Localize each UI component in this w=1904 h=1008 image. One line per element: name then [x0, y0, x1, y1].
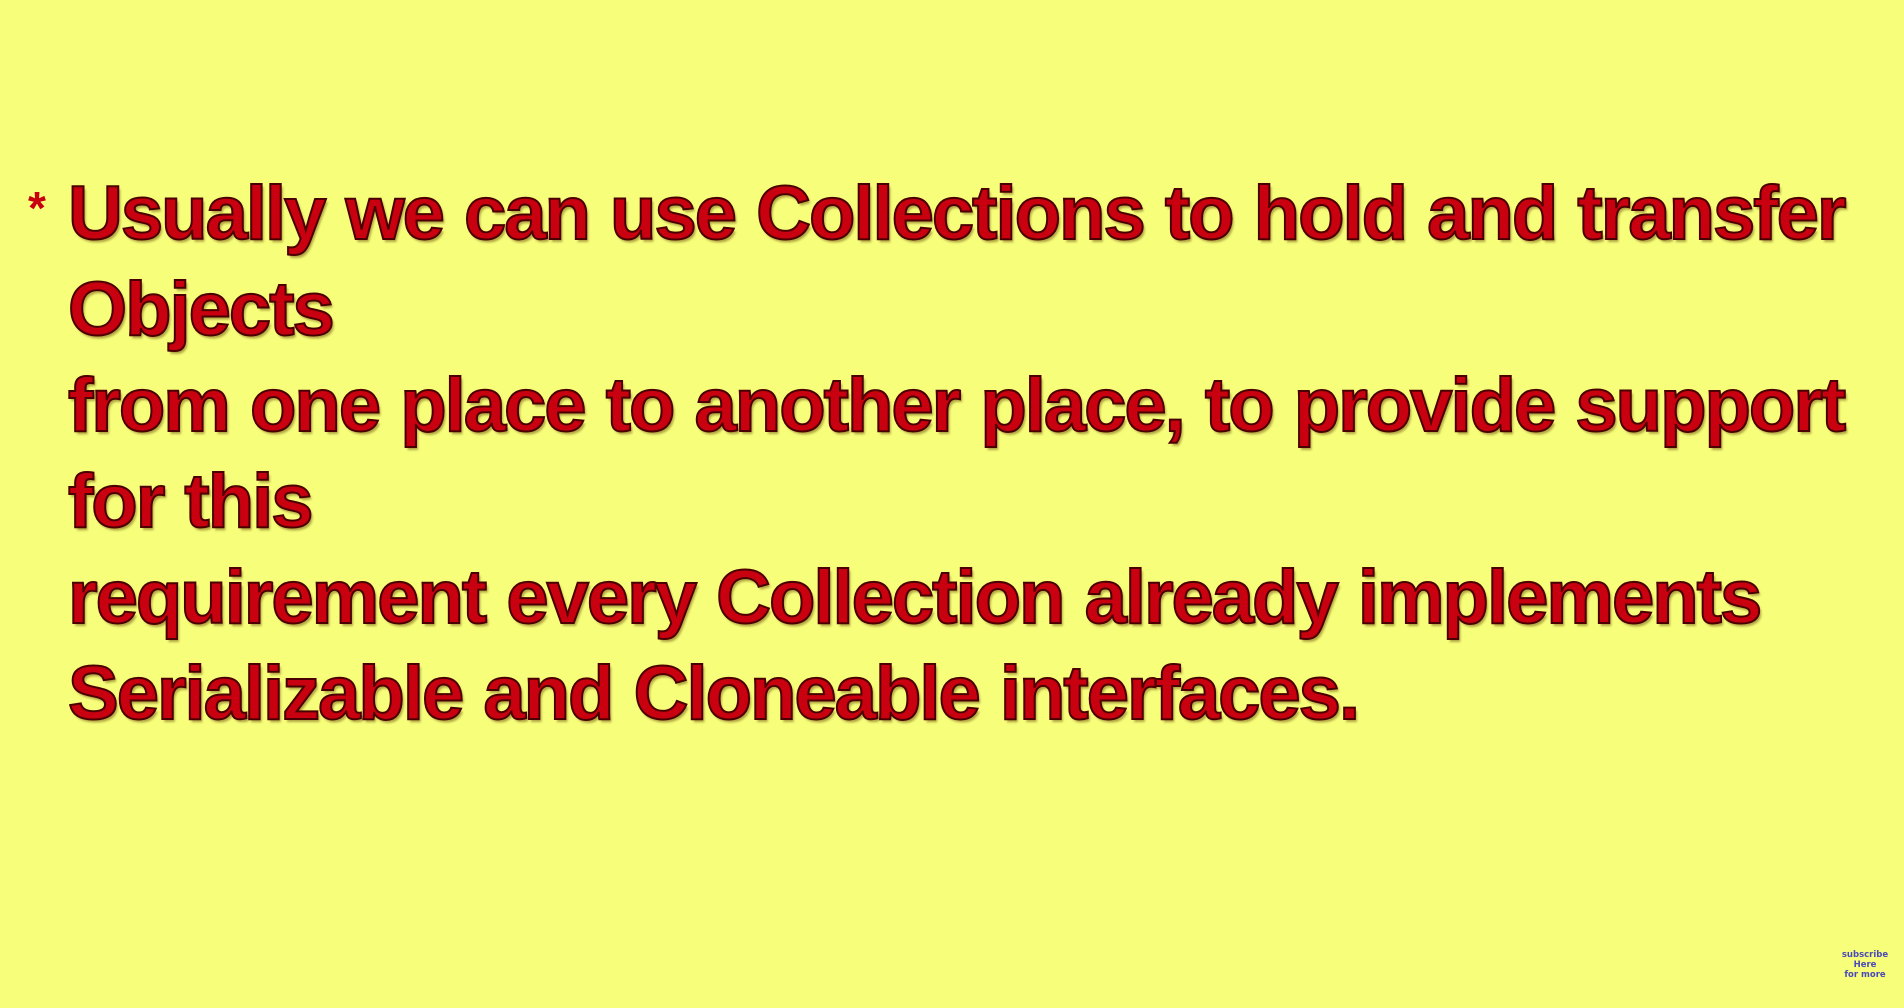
- slide-canvas: * Usually we can use Collections to hold…: [0, 0, 1904, 1008]
- bullet-line-1: Usually we can use Collections to hold a…: [67, 170, 1847, 353]
- subscribe-badge-line-3: for more: [1844, 970, 1886, 980]
- bullet-line-3: requirement every Collection already imp…: [67, 554, 1763, 641]
- subscribe-badge[interactable]: subscribe Here for more: [1840, 950, 1890, 980]
- subscribe-badge-line-1: subscribe: [1841, 950, 1889, 960]
- subscribe-badge-line-2: Here: [1853, 960, 1877, 970]
- bullet-point: * Usually we can use Collections to hold…: [28, 166, 1858, 742]
- bullet-text: Usually we can use Collections to hold a…: [67, 166, 1858, 742]
- bullet-line-4: Serializable and Cloneable interfaces.: [67, 650, 1361, 737]
- bullet-line-2: from one place to another place, to prov…: [67, 362, 1847, 545]
- bullet-marker: *: [28, 182, 46, 234]
